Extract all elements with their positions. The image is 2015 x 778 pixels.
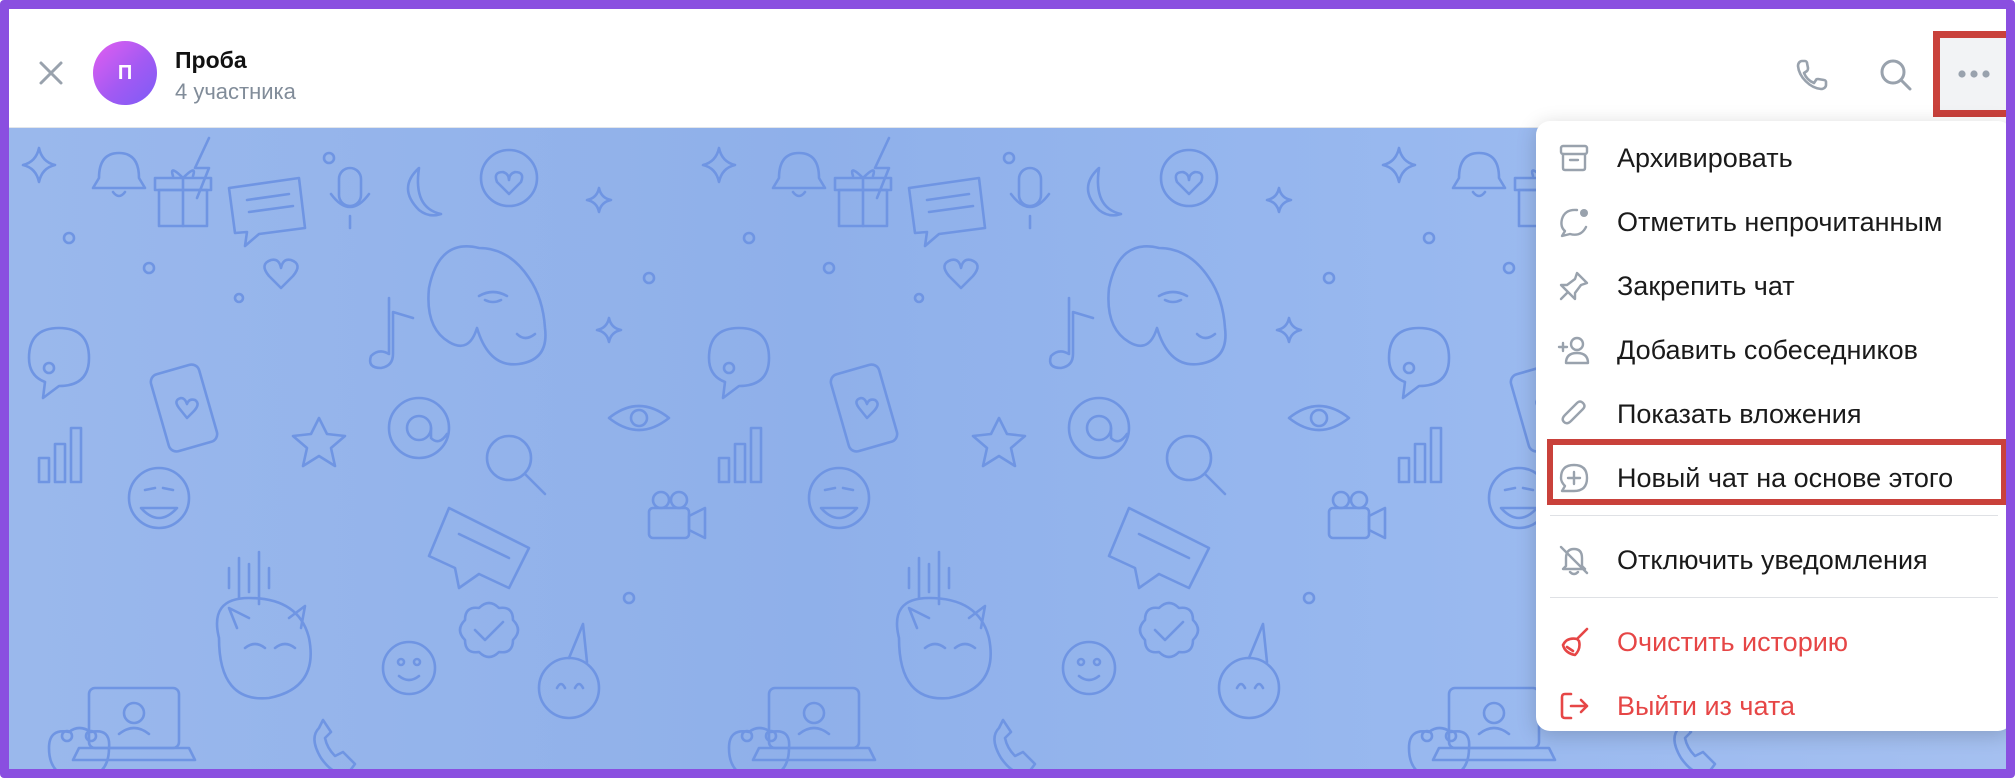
menu-item-label: Закрепить чат	[1617, 270, 1795, 301]
menu-item-label: Отметить непрочитанным	[1617, 206, 1943, 237]
search-icon	[1880, 59, 1912, 91]
menu-item-show-attachments[interactable]: Показать вложения	[1536, 383, 2006, 445]
menu-item-label: Очистить историю	[1617, 626, 1849, 657]
menu-item-clear-history[interactable]: Очистить историю	[1536, 611, 2006, 673]
paperclip-icon	[1556, 396, 1592, 432]
menu-item-add-members[interactable]: Добавить собеседников	[1536, 319, 2006, 381]
chat-header: П Проба 4 участника	[9, 9, 2006, 128]
chat-title[interactable]: Проба	[175, 47, 247, 74]
chat-window: П Проба 4 участника Архивировать Отметит…	[0, 0, 2015, 778]
menu-separator	[1550, 597, 1998, 598]
menu-item-new-chat-based-on-this[interactable]: Новый чат на основе этого	[1536, 447, 2006, 509]
avatar[interactable]: П	[93, 41, 157, 105]
menu-item-label: Отключить уведомления	[1617, 544, 1928, 575]
close-button[interactable]	[35, 57, 67, 89]
search-button[interactable]	[1876, 55, 1916, 95]
menu-item-pin[interactable]: Закрепить чат	[1536, 255, 2006, 317]
menu-item-label: Новый чат на основе этого	[1617, 462, 1954, 493]
menu-item-label: Показать вложения	[1617, 398, 1862, 429]
logout-icon	[1556, 688, 1592, 724]
broom-icon	[1556, 624, 1592, 660]
call-button[interactable]	[1792, 55, 1832, 95]
bell-off-icon	[1556, 542, 1592, 578]
menu-separator	[1550, 515, 1998, 516]
close-icon	[39, 61, 63, 85]
phone-icon	[1796, 59, 1828, 91]
menu-item-mute-notifications[interactable]: Отключить уведомления	[1536, 529, 2006, 591]
chat-options-menu: Архивировать Отметить непрочитанным Закр…	[1536, 121, 2006, 731]
menu-item-label: Добавить собеседников	[1617, 334, 1918, 365]
chat-members-count[interactable]: 4 участника	[175, 79, 296, 105]
menu-item-leave-chat[interactable]: Выйти из чата	[1536, 675, 2006, 737]
menu-item-label: Выйти из чата	[1617, 690, 1795, 721]
menu-item-label: Архивировать	[1617, 142, 1793, 173]
more-horizontal-icon	[1958, 70, 1990, 78]
add-user-icon	[1556, 332, 1592, 368]
plus-chat-icon	[1556, 460, 1592, 496]
pin-icon	[1556, 268, 1592, 304]
menu-item-mark-unread[interactable]: Отметить непрочитанным	[1536, 191, 2006, 253]
menu-item-archive[interactable]: Архивировать	[1536, 127, 2006, 189]
archive-icon	[1556, 140, 1592, 176]
mark-unread-icon	[1556, 204, 1592, 240]
avatar-letter: П	[117, 61, 133, 84]
more-options-button[interactable]	[1933, 31, 2006, 117]
